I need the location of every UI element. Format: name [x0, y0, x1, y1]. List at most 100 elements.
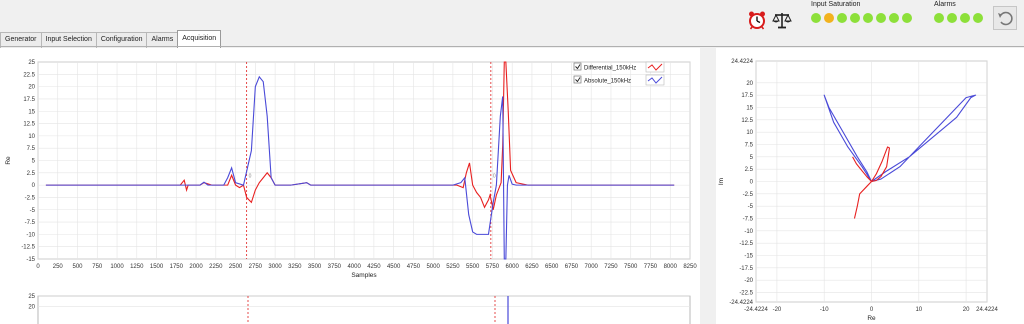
x-tick-label: -24.4224 [744, 307, 768, 313]
y-tick-label: -2.5 [25, 195, 36, 201]
x-axis-label: Samples [351, 272, 377, 279]
x-tick-label: 7750 [644, 264, 658, 270]
x-tick-label: 4250 [367, 264, 381, 270]
x-tick-label: 6750 [565, 264, 579, 270]
y-tick-label: 15 [28, 109, 35, 115]
x-tick-label: 6000 [506, 264, 520, 270]
tab-divider [0, 46, 1024, 47]
y-tick-label: 7.5 [27, 146, 36, 152]
y-tick-label: -15 [26, 257, 35, 263]
status-led [863, 13, 873, 23]
x-tick-label: 4750 [407, 264, 421, 270]
y-tick-label: -15 [744, 254, 753, 260]
status-led [824, 13, 834, 23]
x-tick-label: 24.4224 [976, 307, 998, 313]
x-tick-label: 1000 [110, 264, 124, 270]
y-tick-label: -17.5 [739, 266, 753, 272]
x-tick-label: 3500 [308, 264, 322, 270]
x-tick-label: 2500 [229, 264, 243, 270]
y-tick-label: 20 [28, 304, 35, 310]
x-tick-label: 5500 [466, 264, 480, 270]
x-tick-label: 250 [53, 264, 64, 270]
tab-bar: Generator Input Selection Configuration … [0, 30, 222, 49]
alarms-label: Alarms [934, 1, 956, 8]
y-axis-label: Re [5, 156, 12, 165]
y-tick-label: -7.5 [743, 217, 754, 223]
input-saturation-label: Input Saturation [811, 1, 861, 8]
y-tick-label: -10 [26, 232, 35, 238]
alarm-clock-icon[interactable] [747, 10, 767, 30]
x-tick-label: 4000 [347, 264, 361, 270]
x-tick-label: 5750 [486, 264, 500, 270]
y-tick-label: -12.5 [739, 241, 753, 247]
status-led [889, 13, 899, 23]
status-led [811, 13, 821, 23]
x-tick-label: 1250 [130, 264, 144, 270]
x-tick-label: 3750 [328, 264, 342, 270]
y-tick-label: -12.5 [21, 245, 35, 251]
lower-signal-chart[interactable]: 25 20 [0, 292, 705, 324]
x-tick-label: -20 [773, 307, 782, 313]
y-tick-label: 0 [32, 183, 36, 189]
x-tick-label: 6250 [525, 264, 539, 270]
x-tick-label: 10 [915, 307, 922, 313]
plot-area [37, 295, 691, 324]
x-tick-label: 6500 [545, 264, 559, 270]
y-tick-label: 20 [746, 81, 753, 87]
y-tick-label: 10 [746, 130, 753, 136]
x-tick-label: 7500 [624, 264, 638, 270]
x-tick-label: 7000 [585, 264, 599, 270]
x-tick-label: 7250 [604, 264, 618, 270]
y-tick-label: 12.5 [23, 122, 35, 128]
legend-label: Absolute_150kHz [584, 79, 631, 85]
x-tick-label: 5000 [426, 264, 440, 270]
y-tick-label: 0 [750, 180, 754, 186]
y-tick-label: 15 [746, 105, 753, 111]
status-led [876, 13, 886, 23]
y-tick-label: 22.5 [23, 72, 35, 78]
y-tick-label: -24.4224 [729, 300, 753, 306]
undo-button[interactable] [993, 6, 1017, 30]
x-tick-label: 1750 [170, 264, 184, 270]
signal-chart[interactable]: 0 250 500 750 1000 1250 1500 1750 2000 2250 2500 27… [0, 54, 705, 294]
x-tick-label: 500 [73, 264, 84, 270]
y-tick-label: 12.5 [741, 118, 753, 124]
x-tick-label: 20 [963, 307, 970, 313]
y-tick-label: 5 [32, 159, 36, 165]
y-tick-label: 5 [750, 155, 754, 161]
status-led [960, 13, 970, 23]
status-led [934, 13, 944, 23]
y-tick-label: 24.4224 [731, 59, 753, 65]
x-tick-label: 8000 [664, 264, 678, 270]
x-tick-label: 3000 [268, 264, 282, 270]
status-led [902, 13, 912, 23]
y-tick-label: -20 [744, 278, 753, 284]
x-tick-label: 3250 [288, 264, 302, 270]
x-tick-label: 750 [92, 264, 103, 270]
x-tick-label: 2250 [209, 264, 223, 270]
x-tick-label: -10 [820, 307, 829, 313]
y-axis-label: Im [718, 178, 725, 185]
impedance-plane-chart[interactable]: -24.4224 -20 -10 0 10 20 24.4224 -24.4224 -22.5 -… [716, 49, 1024, 324]
x-tick-label: 0 [36, 264, 40, 270]
cursor-label: 0 [249, 174, 252, 180]
y-tick-label: -5 [748, 204, 754, 210]
x-tick-label: 4500 [387, 264, 401, 270]
y-tick-label: -2.5 [743, 192, 754, 198]
y-tick-label: -22.5 [739, 291, 753, 297]
y-tick-label: 17.5 [741, 93, 753, 99]
y-tick-label: 2.5 [27, 171, 36, 177]
cursor-label: 0 [493, 174, 496, 180]
x-axis-label: Re [867, 315, 876, 322]
x-tick-label: 2000 [189, 264, 203, 270]
x-tick-label: 5250 [446, 264, 460, 270]
y-tick-label: 25 [28, 294, 35, 300]
y-tick-label: 7.5 [745, 142, 754, 148]
undo-icon [998, 11, 1013, 26]
balance-scale-icon[interactable] [772, 10, 792, 30]
top-bar: Input Saturation Alarms Generator Input … [0, 0, 1024, 49]
y-tick-label: 20 [28, 85, 35, 91]
status-led [947, 13, 957, 23]
x-tick-label: 0 [870, 307, 874, 313]
status-led [837, 13, 847, 23]
